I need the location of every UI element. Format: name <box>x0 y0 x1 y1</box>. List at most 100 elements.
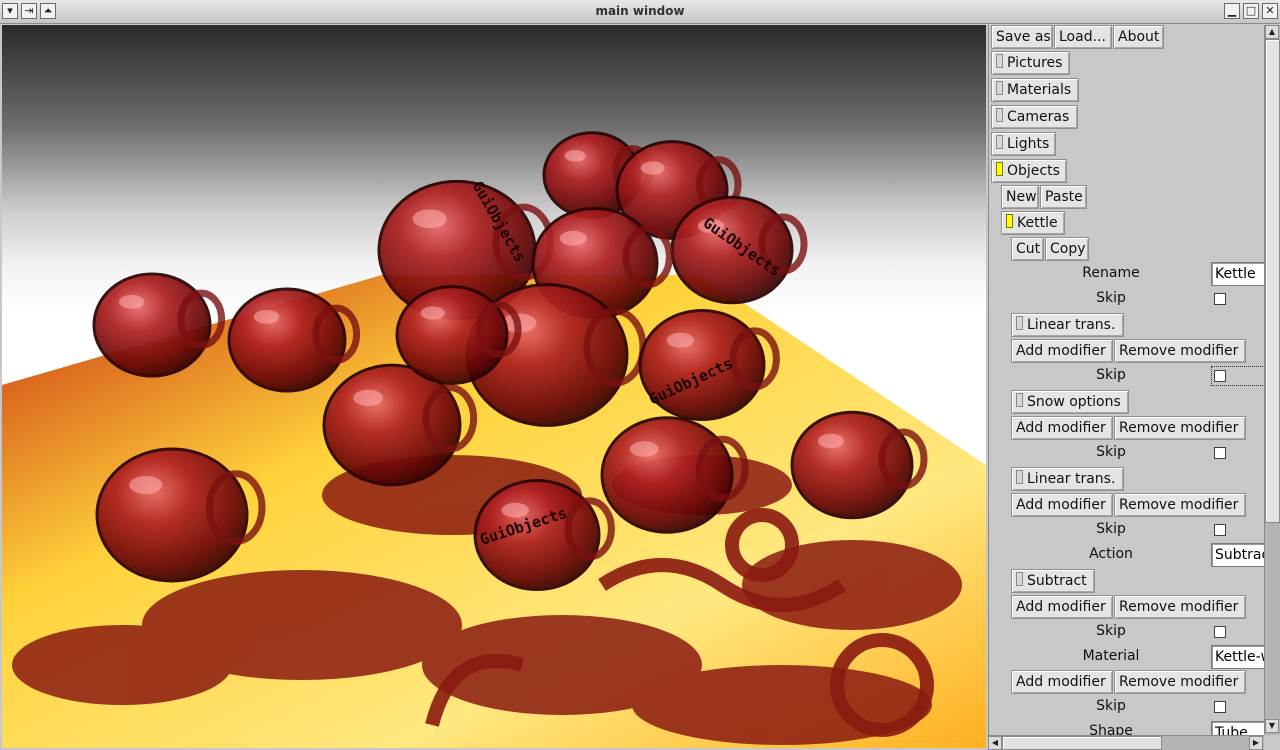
toggle-indicator <box>996 162 1003 176</box>
teapot-highlight <box>118 294 145 309</box>
teapot-body <box>92 272 212 378</box>
lights-toggle[interactable]: Lights <box>991 132 1056 156</box>
teapot-body <box>790 410 914 520</box>
teapot-highlight <box>353 389 384 406</box>
about-button[interactable]: About <box>1113 25 1164 49</box>
objects-toggle[interactable]: Objects <box>991 159 1067 183</box>
remove-modifier-button[interactable]: Remove modifier <box>1114 493 1246 517</box>
skip-checkbox[interactable] <box>1214 626 1226 638</box>
properties-panel: Save as Load... About Pictures Materials… <box>988 25 1265 735</box>
skip-label: Skip <box>1096 367 1126 383</box>
window-title: main window <box>595 4 685 18</box>
teapot-highlight <box>559 230 587 246</box>
cut-button[interactable]: Cut <box>1011 237 1044 261</box>
teapot-highlight <box>253 309 280 324</box>
materials-toggle[interactable]: Materials <box>991 78 1079 102</box>
kettle-object-toggle[interactable]: Kettle <box>1001 211 1065 235</box>
teapot-body <box>395 285 509 385</box>
snow-options-toggle[interactable]: Snow options <box>1011 390 1129 414</box>
linear-trans-label: Linear trans. <box>1027 317 1116 333</box>
skip-checkbox[interactable] <box>1214 701 1226 713</box>
scroll-left-icon[interactable]: ◀ <box>988 736 1002 750</box>
objects-label: Objects <box>1007 163 1060 179</box>
minimize-button[interactable]: ▁ <box>1224 3 1240 19</box>
add-modifier-button[interactable]: Add modifier <box>1011 416 1113 440</box>
teapot-highlight <box>666 332 694 348</box>
title-bar: ▾ ⇥ ⏶ main window ▁ □ ✕ <box>0 0 1280 24</box>
skip-label: Skip <box>1096 444 1126 460</box>
shape-label: Shape <box>1089 723 1133 735</box>
scroll-up-icon[interactable]: ▲ <box>1265 25 1279 39</box>
pictures-toggle[interactable]: Pictures <box>991 51 1070 75</box>
add-modifier-button[interactable]: Add modifier <box>1011 339 1113 363</box>
lights-label: Lights <box>1007 136 1050 152</box>
vertical-scroll-thumb[interactable] <box>1265 39 1280 523</box>
horizontal-scroll-thumb[interactable] <box>1002 736 1162 750</box>
render-viewport[interactable]: GuiObjects GuiObjects GuiObjects GuiObje… <box>2 25 986 748</box>
remove-modifier-button[interactable]: Remove modifier <box>1114 595 1246 619</box>
save-as-button[interactable]: Save as <box>991 25 1053 49</box>
teapot-body <box>600 416 734 534</box>
teapot-highlight <box>817 433 845 449</box>
snow-options-label: Snow options <box>1027 394 1121 410</box>
toggle-indicator <box>1016 393 1023 407</box>
maximize-button[interactable]: □ <box>1243 3 1259 19</box>
skip-checkbox[interactable] <box>1214 447 1226 459</box>
cameras-label: Cameras <box>1007 109 1070 125</box>
skip-checkbox[interactable] <box>1214 293 1226 305</box>
skip-checkbox[interactable] <box>1214 524 1226 536</box>
teapot-highlight <box>412 209 447 229</box>
cameras-toggle[interactable]: Cameras <box>991 105 1078 129</box>
add-modifier-button[interactable]: Add modifier <box>1011 595 1113 619</box>
new-object-button[interactable]: New <box>1001 185 1039 209</box>
paste-object-button[interactable]: Paste <box>1040 185 1087 209</box>
toggle-indicator <box>1016 572 1023 586</box>
teapot-highlight <box>629 441 659 457</box>
scroll-right-icon[interactable]: ▶ <box>1249 736 1263 750</box>
rename-input[interactable]: Kettle <box>1211 262 1265 286</box>
load-button[interactable]: Load... <box>1054 25 1112 49</box>
materials-label: Materials <box>1007 82 1072 98</box>
remove-modifier-button[interactable]: Remove modifier <box>1114 416 1246 440</box>
shape-input[interactable]: Tube <box>1211 721 1265 735</box>
toggle-indicator <box>1016 316 1023 330</box>
rendered-scene-image: GuiObjects GuiObjects GuiObjects GuiObje… <box>2 131 986 748</box>
add-modifier-button[interactable]: Add modifier <box>1011 493 1113 517</box>
close-button[interactable]: ✕ <box>1262 3 1278 19</box>
scrollbar-corner <box>1264 735 1280 750</box>
rename-label: Rename <box>1082 265 1140 281</box>
remove-modifier-button[interactable]: Remove modifier <box>1114 670 1246 694</box>
teapot-body <box>95 447 249 583</box>
material-input[interactable]: Kettle-w <box>1211 645 1265 669</box>
material-label: Material <box>1082 648 1140 664</box>
linear-trans-toggle[interactable]: Linear trans. <box>1011 313 1124 337</box>
action-input[interactable]: Subtrac <box>1211 543 1265 567</box>
add-modifier-button[interactable]: Add modifier <box>1011 670 1113 694</box>
horizontal-scrollbar[interactable]: ◀ ▶ <box>988 735 1264 750</box>
teapot-highlight <box>564 150 586 162</box>
toggle-indicator <box>1006 214 1013 228</box>
teapot-highlight <box>129 476 163 494</box>
remove-modifier-button[interactable]: Remove modifier <box>1114 339 1246 363</box>
toggle-indicator <box>996 135 1003 149</box>
toggle-indicator <box>996 54 1003 68</box>
teapot-highlight <box>640 161 665 175</box>
skip-checkbox[interactable] <box>1214 370 1226 382</box>
toggle-indicator <box>1016 470 1023 484</box>
skip-label: Skip <box>1096 698 1126 714</box>
pictures-label: Pictures <box>1007 55 1063 71</box>
linear-trans-toggle[interactable]: Linear trans. <box>1011 467 1124 491</box>
toggle-indicator <box>996 108 1003 122</box>
toggle-indicator <box>996 81 1003 95</box>
kettle-object-label: Kettle <box>1017 215 1058 231</box>
action-label: Action <box>1089 546 1133 562</box>
linear-trans-label: Linear trans. <box>1027 471 1116 487</box>
copy-button[interactable]: Copy <box>1045 237 1089 261</box>
teapot-highlight <box>420 306 445 320</box>
subtract-toggle[interactable]: Subtract <box>1011 569 1095 593</box>
skip-label: Skip <box>1096 290 1126 306</box>
skip-label: Skip <box>1096 623 1126 639</box>
vertical-scrollbar[interactable]: ▲ ▼ <box>1264 25 1280 735</box>
subtract-label: Subtract <box>1027 573 1087 589</box>
scroll-down-icon[interactable]: ▼ <box>1265 719 1279 733</box>
